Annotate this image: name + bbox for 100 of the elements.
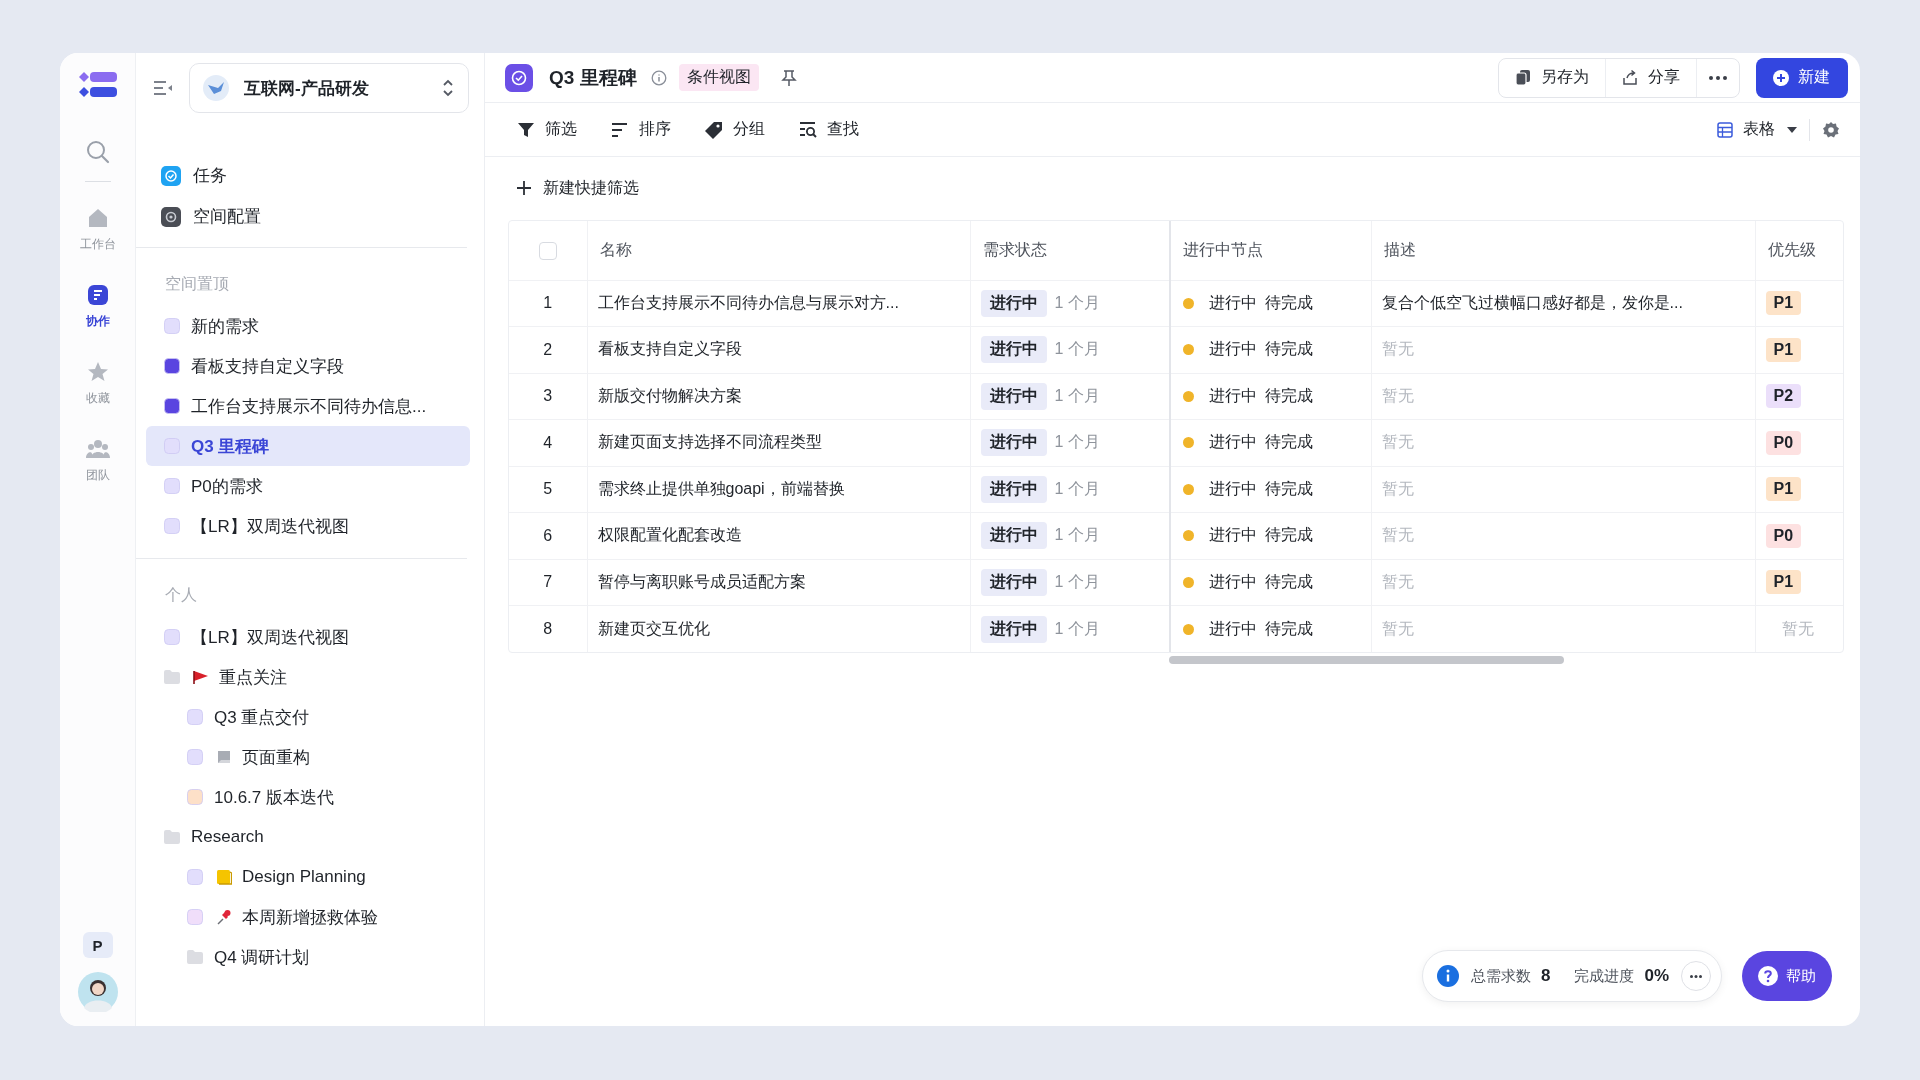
node-state-text: 进行中	[1209, 385, 1257, 406]
table-cell: 暂无	[1371, 605, 1755, 652]
sidebar-item[interactable]: 任务	[161, 155, 484, 196]
toolbar-button[interactable]: 分享	[1606, 58, 1697, 97]
node-step-text: 待完成	[1265, 339, 1313, 360]
duration-text: 1 个月	[1054, 571, 1100, 592]
bird-icon	[202, 74, 230, 102]
sidebar-item[interactable]: 【LR】双周迭代视图	[146, 617, 470, 657]
priority-tag: P1	[1765, 337, 1802, 362]
toolbar-button[interactable]: 排序	[611, 119, 671, 140]
workspace-badge[interactable]: P	[82, 932, 113, 958]
add-quick-filter-button[interactable]: 新建快捷筛选	[508, 173, 639, 203]
sidebar-item[interactable]: 看板支持自定义字段	[146, 346, 470, 386]
table-cell: 暂无	[1371, 373, 1755, 420]
help-icon	[1758, 966, 1778, 986]
column-header[interactable]: 进行中节点	[1170, 221, 1371, 280]
table-cell: 暂无	[1371, 466, 1755, 513]
row-number: 6	[509, 512, 587, 559]
toolbar-button[interactable]: 分组	[705, 119, 765, 140]
priority-tag: P1	[1765, 291, 1802, 316]
table-cell: 暂无	[1371, 326, 1755, 373]
status-tag: 进行中	[980, 522, 1047, 550]
sidebar-item[interactable]: Research	[146, 817, 470, 857]
node-state-text: 进行中	[1209, 292, 1257, 313]
summary-label: 完成进度	[1574, 966, 1635, 986]
scrollbar[interactable]	[1169, 656, 1564, 664]
pin-icon[interactable]	[780, 68, 797, 87]
sidebar-item[interactable]: Q3 重点交付	[146, 697, 470, 737]
view-dropdown[interactable]: 表格	[1717, 119, 1797, 140]
table-cell: 暂停与离职账号成员适配方案	[587, 559, 970, 606]
more-icon	[1690, 974, 1702, 978]
sidebar-item[interactable]: 页面重构	[146, 737, 470, 777]
table-cell: 暂无	[1371, 419, 1755, 466]
section-heading: 个人	[164, 584, 198, 605]
section-heading: 空间置顶	[164, 273, 230, 294]
status-tag: 进行中	[980, 382, 1047, 410]
sidebar-item[interactable]: 重点关注	[146, 657, 470, 697]
note-icon	[216, 869, 232, 885]
new-button[interactable]: 新建	[1756, 57, 1848, 98]
column-header[interactable]: 描述	[1371, 221, 1755, 280]
node-state-text: 进行中	[1209, 571, 1257, 592]
sidebar-item[interactable]: Q4 调研计划	[146, 937, 470, 977]
table-cell: 看板支持自定义字段	[587, 326, 970, 373]
toolbar-button[interactable]: 另存为	[1499, 58, 1606, 97]
sidebar-item[interactable]: P0的需求	[146, 466, 470, 506]
page-icon	[216, 750, 232, 764]
people-icon	[85, 437, 110, 461]
table-cell: 暂无	[1371, 512, 1755, 559]
info-icon[interactable]	[650, 69, 667, 86]
table-cell: 复合个低空飞过横幅口感好都是，发你是...	[1371, 280, 1755, 327]
search-icon[interactable]	[84, 139, 111, 165]
sidebar-item[interactable]: 本周新增拯救体验	[146, 897, 470, 937]
sidebar-item[interactable]: 工作台支持展示不同待办信息...	[146, 386, 470, 426]
duration-text: 1 个月	[1054, 478, 1100, 499]
copy-icon	[1515, 69, 1531, 86]
chevron-updown-icon	[442, 78, 454, 98]
row-number: 1	[509, 280, 587, 327]
workspace-selector[interactable]: 互联网-产品研发	[189, 63, 469, 113]
collapse-icon[interactable]	[153, 79, 173, 97]
help-button[interactable]: 帮助	[1742, 951, 1832, 1001]
table-cell: 需求终止提供单独goapi，前端替换	[587, 466, 970, 513]
summary-label: 总需求数	[1470, 966, 1531, 986]
row-number: 8	[509, 605, 587, 652]
flag-icon	[193, 670, 209, 684]
settings-icon[interactable]	[1822, 120, 1840, 139]
sidebar-item[interactable]: Q3 里程碑	[146, 426, 470, 466]
sidebar-item[interactable]: 新的需求	[146, 306, 470, 346]
node-state-text: 进行中	[1209, 618, 1257, 639]
node-step-text: 待完成	[1265, 478, 1313, 499]
priority-tag: P2	[1765, 384, 1802, 409]
table-icon	[1717, 121, 1733, 138]
nav-item[interactable]: 协作	[85, 283, 110, 330]
find-icon	[799, 120, 817, 139]
sidebar-item[interactable]: Design Planning	[146, 857, 470, 897]
avatar[interactable]	[77, 972, 118, 1012]
priority-tag: P0	[1765, 430, 1802, 455]
toolbar-button[interactable]: 筛选	[517, 119, 577, 140]
sidebar-item[interactable]: 空间配置	[161, 196, 484, 237]
column-header[interactable]: 名称	[587, 221, 970, 280]
view-tag: 条件视图	[678, 64, 759, 91]
column-header[interactable]: 需求状态	[970, 221, 1170, 280]
plus-circle-icon	[1772, 68, 1790, 87]
duration-text: 1 个月	[1054, 292, 1100, 313]
empty-value-text: 暂无	[1780, 619, 1814, 637]
caret-icon	[1787, 126, 1797, 133]
column-header[interactable]: 优先级	[1755, 221, 1843, 280]
table-cell: 新建页面支持选择不同流程类型	[587, 419, 970, 466]
status-tag: 进行中	[980, 336, 1047, 364]
table-cell: 暂无	[1371, 559, 1755, 606]
table-cell: 权限配置化配套改造	[587, 512, 970, 559]
sidebar-item[interactable]: 【LR】双周迭代视图	[146, 506, 470, 546]
duration-text: 1 个月	[1054, 339, 1100, 360]
select-all-checkbox[interactable]	[538, 241, 557, 260]
view-badge-icon	[505, 63, 533, 92]
toolbar-button[interactable]: 查找	[799, 119, 859, 140]
sidebar-item[interactable]: 10.6.7 版本迭代	[146, 777, 470, 817]
node-step-text: 待完成	[1265, 525, 1313, 546]
duration-text: 1 个月	[1054, 432, 1100, 453]
table-cell: 工作台支持展示不同待办信息与展示对方...	[587, 280, 970, 327]
summary-value: 0%	[1644, 966, 1669, 986]
